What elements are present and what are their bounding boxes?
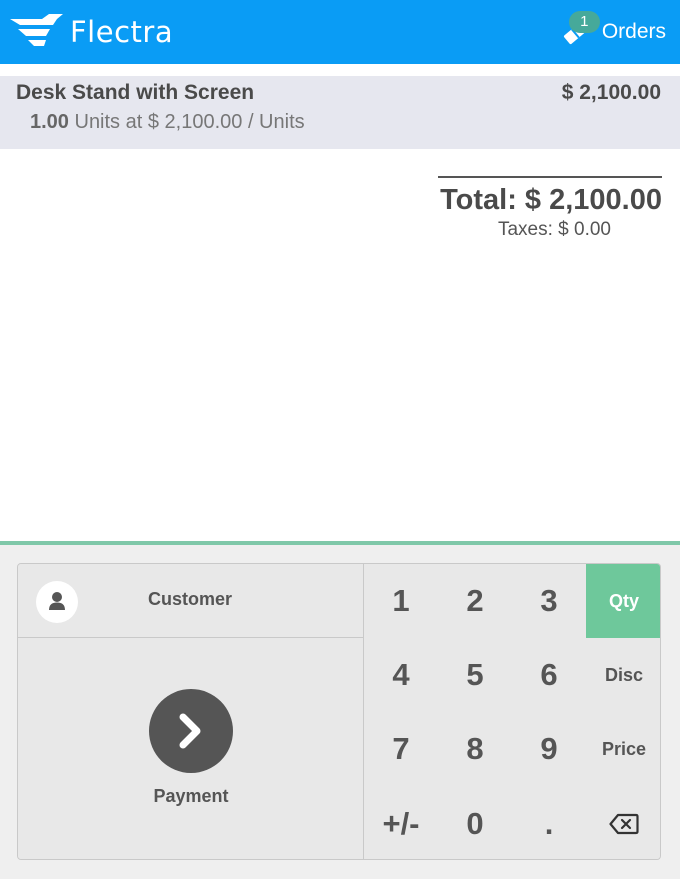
bird-logo-icon (10, 14, 63, 46)
numpad-key-8[interactable]: 8 (438, 712, 513, 787)
user-icon (36, 581, 78, 623)
product-name: Desk Stand with Screen (16, 81, 255, 104)
mode-disc-button[interactable]: Disc (586, 638, 660, 713)
mode-price-button[interactable]: Price (586, 712, 660, 787)
line-quantity: 1.00 (30, 111, 69, 133)
line-price: $ 2,100.00 (561, 81, 661, 104)
orders-button[interactable]: 1 Orders (560, 11, 666, 52)
orders-count-badge: 1 (568, 11, 600, 33)
numpad-key-3[interactable]: 3 (512, 564, 587, 639)
numpad-key-7[interactable]: 7 (364, 712, 439, 787)
chevron-right-icon (149, 689, 233, 773)
numpad-key-6[interactable]: 6 (512, 638, 587, 713)
numpad-key-5[interactable]: 5 (438, 638, 513, 713)
numpad-key-decimal[interactable]: . (512, 786, 587, 859)
customer-button[interactable]: Customer (18, 564, 364, 638)
backspace-button[interactable] (586, 786, 660, 859)
orders-label: Orders (601, 20, 666, 43)
backspace-icon (609, 813, 639, 834)
numpad-key-4[interactable]: 4 (364, 638, 439, 713)
line-info: 1.00 Units at $ 2,100.00 / Units (30, 111, 305, 134)
pad-container: Customer Payment 1 2 3 Qty 4 5 6 Disc 7 … (17, 563, 661, 860)
numpad: 1 2 3 Qty 4 5 6 Disc 7 8 9 Price +/- 0 . (364, 564, 660, 859)
order-taxes: Taxes: $ 0.00 (497, 219, 611, 240)
logo-text: Flectra (70, 15, 174, 49)
numpad-key-0[interactable]: 0 (438, 786, 513, 859)
payment-button[interactable]: Payment (18, 638, 364, 859)
payment-label: Payment (153, 786, 229, 806)
ticket-icon: 1 (560, 11, 600, 47)
order-total: Total: $ 2,100.00 (440, 184, 662, 216)
order-line-selected[interactable]: Desk Stand with Screen $ 2,100.00 1.00 U… (0, 76, 680, 149)
numpad-key-9[interactable]: 9 (512, 712, 587, 787)
summary-divider (438, 176, 662, 178)
numpad-key-1[interactable]: 1 (364, 564, 439, 639)
numpad-key-plus-minus[interactable]: +/- (364, 786, 439, 859)
customer-label: Customer (148, 589, 233, 609)
flectra-logo: Flectra (8, 10, 173, 54)
top-bar: Flectra 1 Orders (0, 0, 680, 64)
control-pads: Customer Payment 1 2 3 Qty 4 5 6 Disc 7 … (0, 541, 680, 879)
line-unit-info: Units at $ 2,100.00 / Units (68, 111, 305, 133)
mode-qty-button[interactable]: Qty (586, 564, 660, 639)
numpad-key-2[interactable]: 2 (438, 564, 513, 639)
